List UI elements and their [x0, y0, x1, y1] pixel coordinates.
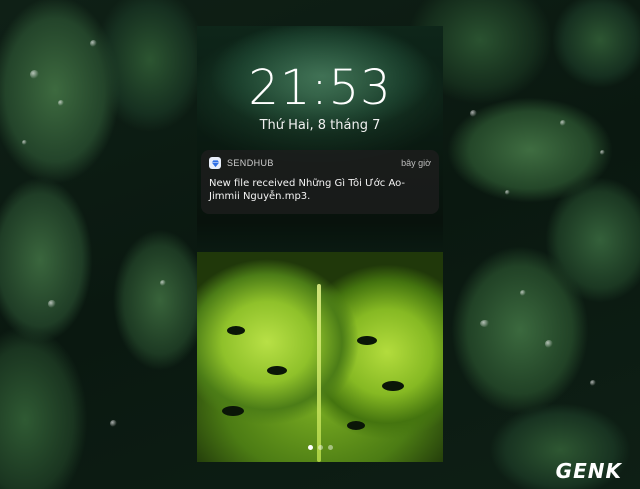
leaf-vein [317, 284, 321, 462]
lockscreen-clock: 21:53 [248, 60, 392, 116]
page-dot [317, 445, 323, 450]
genk-watermark-logo: GENK [555, 459, 622, 483]
notification-time: bây giờ [401, 158, 431, 168]
notification-card[interactable]: SENDHUB bây giờ New file received Những … [201, 150, 439, 214]
lockscreen-date: Thứ Hai, 8 tháng 7 [259, 118, 381, 133]
page-dot [327, 445, 333, 450]
phone-lock-screen: 21:53 Thứ Hai, 8 tháng 7 SENDHUB bây giờ… [197, 26, 443, 462]
sendhub-diamond-icon [209, 157, 221, 169]
notification-message: New file received Những Gì Tôi Ước Ao-Ji… [209, 178, 406, 202]
notification-header: SENDHUB bây giờ [209, 156, 431, 170]
page-dot [307, 445, 313, 450]
page-indicator [197, 445, 443, 450]
notification-app-name: SENDHUB [227, 158, 274, 168]
